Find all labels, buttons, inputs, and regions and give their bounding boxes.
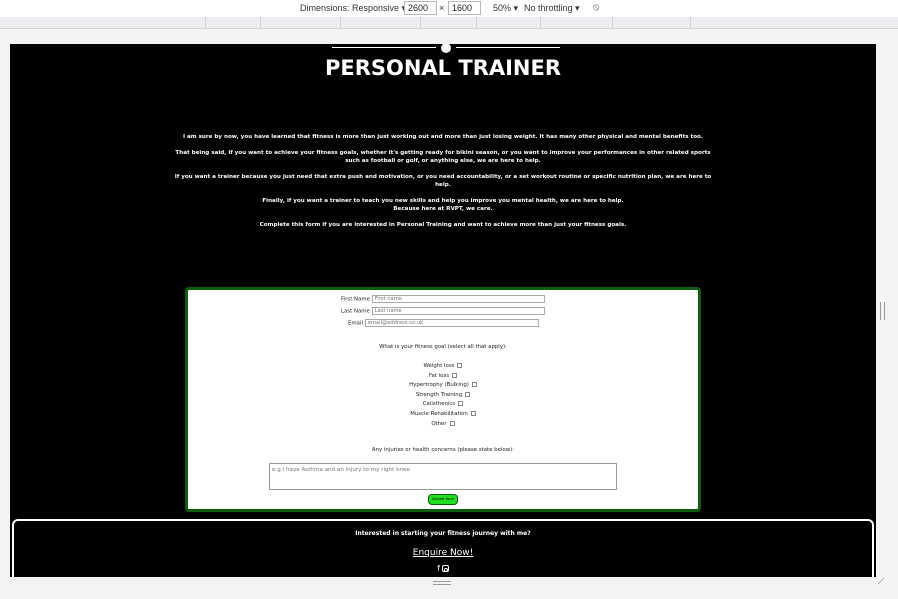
title-decoration	[332, 44, 560, 53]
device-viewport-frame: PERSONAL TRAINER I am sure by now, you h…	[0, 29, 898, 599]
goal-label: Strength Training	[415, 391, 463, 398]
rotate-icon[interactable]: ⦸	[593, 2, 600, 13]
goal-checkbox[interactable]	[465, 391, 471, 397]
goal-label: Weight loss	[423, 363, 455, 369]
last-name-input[interactable]	[371, 307, 545, 315]
height-input[interactable]: 1600	[448, 1, 481, 15]
goal-option: Fat loss	[188, 372, 698, 382]
enquire-link[interactable]: Enquire Now!	[14, 548, 872, 558]
submit-button[interactable]: Submit form	[428, 494, 458, 505]
devtools-toolbar: Dimensions: Responsive ▾ 2600 × 1600 50%…	[0, 0, 898, 17]
goal-checkbox[interactable]	[457, 363, 463, 368]
instagram-icon[interactable]	[441, 565, 449, 572]
social-links: f	[14, 564, 872, 573]
goal-checkbox[interactable]	[452, 372, 458, 378]
email-input[interactable]	[364, 319, 539, 327]
intro-paragraph: Because here at RVPT, we care.	[393, 206, 493, 212]
goal-checkbox[interactable]	[471, 382, 477, 388]
intro-paragraph: Complete this form if you are interested…	[259, 222, 627, 228]
goal-label: Hypertrophy (Bulking)	[409, 382, 469, 389]
goal-option: Other	[188, 420, 698, 430]
intro-text: I am sure by now, you have learned that …	[170, 133, 716, 237]
goal-checkbox[interactable]	[470, 410, 476, 416]
resize-handle-right[interactable]	[880, 302, 885, 320]
email-label: Email	[348, 320, 363, 327]
page-title: PERSONAL TRAINER	[324, 56, 562, 80]
last-name-row: Last Name	[341, 307, 545, 315]
goal-option: Hypertrophy (Bulking)	[188, 381, 698, 391]
goal-label: Other	[431, 420, 447, 427]
injury-question: Any injuries or health concerns (please …	[371, 447, 515, 453]
times-sign: ×	[439, 3, 445, 13]
width-input[interactable]: 2600	[404, 1, 437, 15]
goal-label: Calisthenics	[422, 401, 456, 408]
dimensions-dropdown[interactable]: Dimensions: Responsive ▾	[300, 3, 406, 14]
last-name-label: Last Name	[341, 308, 370, 315]
email-row: Email	[348, 319, 539, 327]
goal-question: What is your fitness goal (select all th…	[379, 344, 507, 350]
training-form: First Name Last Name Email What is your …	[185, 287, 701, 512]
first-name-input[interactable]	[371, 295, 545, 303]
divider	[456, 47, 560, 48]
first-name-row: First Name	[341, 295, 545, 303]
resize-handle-bottom[interactable]	[433, 581, 451, 585]
goal-option: Strength Training	[188, 391, 698, 401]
divider-dot	[441, 44, 451, 53]
goal-option: Muscle Rehabilitation	[188, 410, 698, 420]
goal-option: Calisthenics	[188, 400, 698, 410]
goal-option: Weight loss	[188, 362, 698, 372]
intro-paragraph: If you want a trainer because you just n…	[174, 174, 712, 188]
footer-question: Interested in starting your fitness jour…	[355, 530, 531, 537]
page-viewport: PERSONAL TRAINER I am sure by now, you h…	[10, 44, 876, 577]
goal-checkbox[interactable]	[449, 420, 455, 426]
footer: Interested in starting your fitness jour…	[12, 519, 874, 577]
divider	[332, 47, 436, 48]
first-name-label: First Name	[341, 296, 370, 303]
zoom-dropdown[interactable]: 50% ▾	[493, 3, 518, 14]
goal-label: Muscle Rehabilitation	[410, 410, 468, 417]
intro-paragraph: That being said, if you want to achieve …	[175, 150, 711, 164]
goal-checkbox[interactable]	[458, 401, 464, 407]
media-query-ruler[interactable]	[0, 17, 898, 29]
goal-list: Weight loss Fat loss Hypertrophy (Bulkin…	[188, 362, 698, 429]
facebook-icon[interactable]: f	[437, 564, 440, 573]
injury-textarea[interactable]: e.g I have Asthma and an injury to my ri…	[269, 463, 617, 490]
throttling-dropdown[interactable]: No throttling ▾	[524, 3, 580, 14]
goal-label: Fat loss	[428, 372, 450, 379]
resize-corner-icon[interactable]: ⟋	[878, 577, 888, 587]
intro-paragraph: Finally, if you want a trainer to teach …	[262, 198, 624, 204]
intro-paragraph: I am sure by now, you have learned that …	[182, 134, 704, 140]
